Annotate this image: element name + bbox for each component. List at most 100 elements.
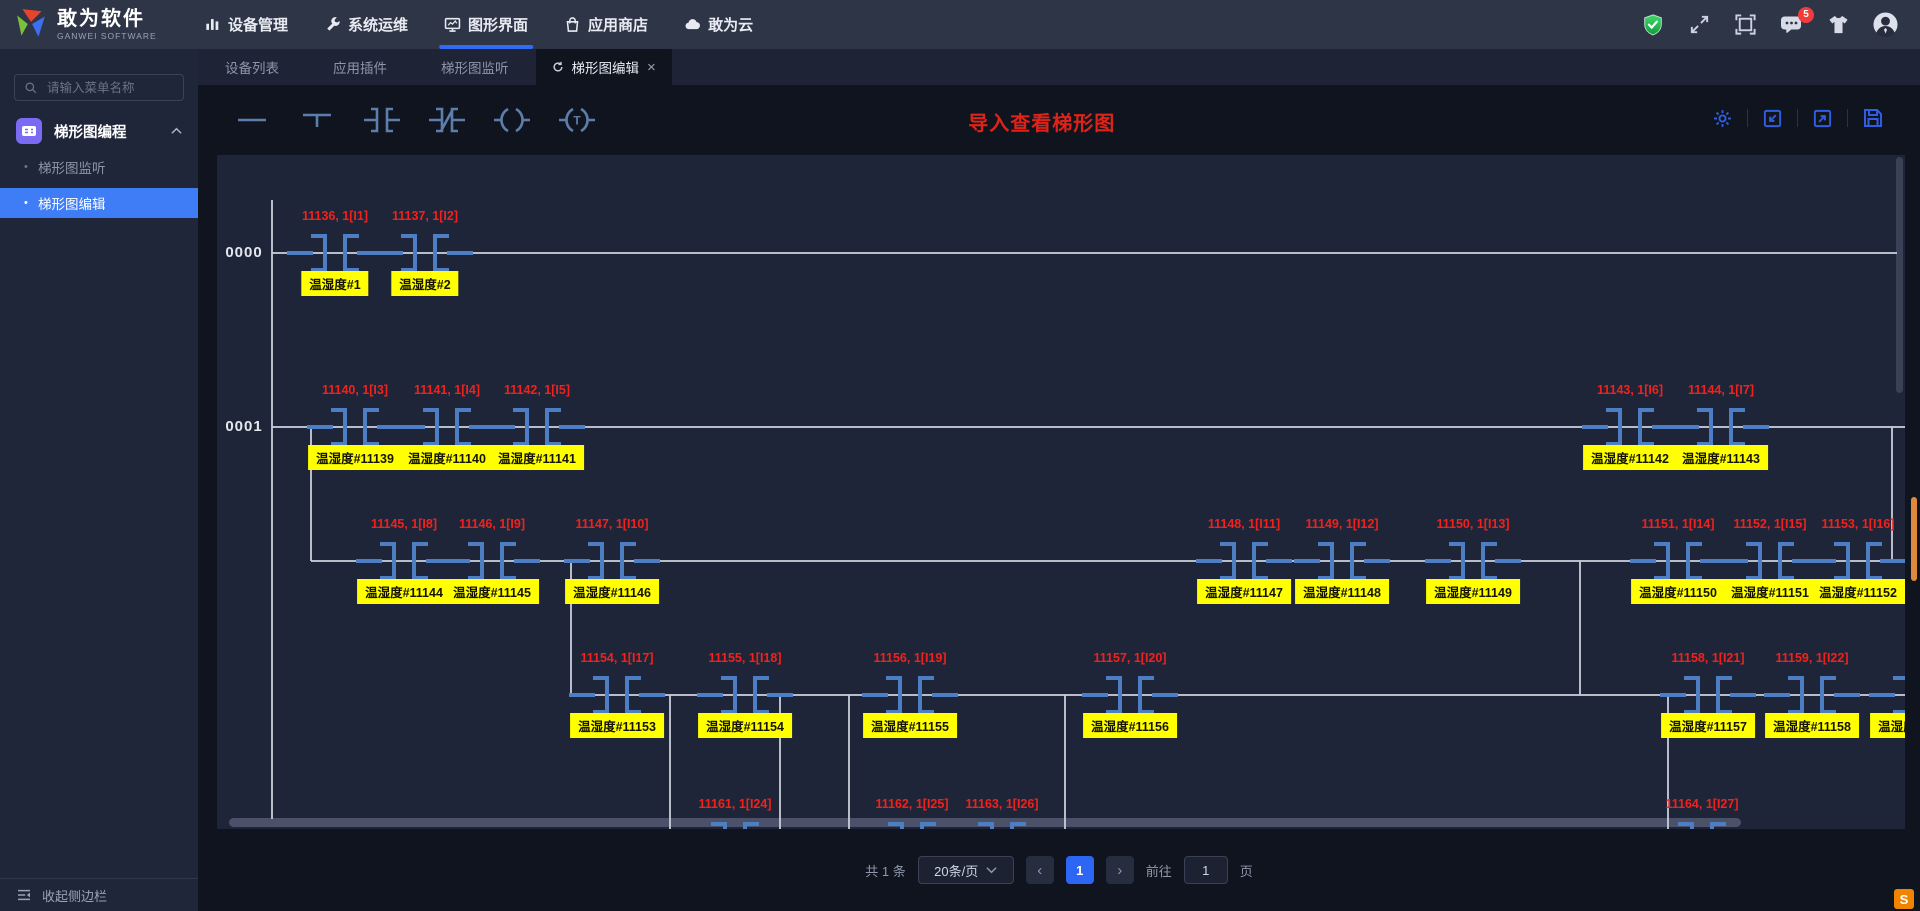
- ladder-contact[interactable]: 11146, 1[I9] 温湿度#11145: [444, 542, 540, 580]
- tab-0[interactable]: 设备列表: [198, 49, 306, 85]
- contact-right-bracket: [1010, 822, 1026, 829]
- contact-device-tag[interactable]: 温湿度#11153: [570, 713, 664, 738]
- next-page-button[interactable]: ›: [1106, 856, 1134, 884]
- ladder-contact[interactable]: 温湿度#11159: [1869, 676, 1905, 714]
- contact-device-tag[interactable]: 温湿度#11158: [1765, 713, 1859, 738]
- theme-shirt-icon[interactable]: [1827, 13, 1850, 36]
- contact-device-tag[interactable]: 温湿度#11148: [1295, 579, 1389, 604]
- save-icon[interactable]: [1862, 107, 1884, 129]
- ladder-contact[interactable]: 11149, 1[I12] 温湿度#11148: [1294, 542, 1390, 580]
- contact-device-tag[interactable]: 温湿度#11147: [1197, 579, 1291, 604]
- contact-device-tag[interactable]: 温湿度#11144: [357, 579, 451, 604]
- menu-search-input[interactable]: [45, 80, 175, 96]
- nav-item-devices[interactable]: 设备管理: [186, 0, 306, 49]
- page-size-select[interactable]: 20条/页: [918, 856, 1014, 884]
- contact-device-tag[interactable]: 温湿度#11157: [1661, 713, 1755, 738]
- ladder-contact[interactable]: 11147, 1[I10] 温湿度#11146: [564, 542, 660, 580]
- symbol-hline-button[interactable]: [232, 105, 272, 135]
- page-vscrollbar-thumb[interactable]: [1911, 497, 1917, 581]
- nav-item-ops[interactable]: 系统运维: [306, 0, 426, 49]
- current-page-button[interactable]: 1: [1066, 856, 1094, 884]
- settings-gear-icon[interactable]: [1712, 108, 1733, 129]
- screenshot-frame-icon[interactable]: [1734, 13, 1757, 36]
- contact-device-tag[interactable]: 温湿度#11159: [1870, 713, 1905, 738]
- contact-device-tag[interactable]: 温湿度#11139: [308, 445, 402, 470]
- nav-item-cloud[interactable]: 敢为云: [666, 0, 771, 49]
- input-method-badge[interactable]: S: [1894, 889, 1914, 909]
- sidebar-group-ladder-programming[interactable]: 梯形图编程: [0, 116, 198, 146]
- ladder-contact[interactable]: 11142, 1[I5] 温湿度#11141: [489, 408, 585, 446]
- messages-icon[interactable]: 5: [1780, 13, 1804, 37]
- import-icon[interactable]: [1762, 108, 1783, 129]
- nav-item-ui[interactable]: 图形界面: [426, 0, 546, 49]
- contact-device-tag[interactable]: 温湿度#11156: [1083, 713, 1177, 738]
- contact-device-tag[interactable]: 温湿度#11151: [1723, 579, 1817, 604]
- ladder-contact[interactable]: 11159, 1[I22] 温湿度#11158: [1764, 676, 1860, 714]
- symbol-tline-button[interactable]: [297, 105, 337, 135]
- ladder-contact[interactable]: 11156, 1[I19] 温湿度#11155: [862, 676, 958, 714]
- nav-item-store[interactable]: 应用商店: [546, 0, 666, 49]
- sidebar-item-ladder-editor[interactable]: 梯形图编辑: [0, 188, 198, 218]
- contact-device-tag[interactable]: 温湿度#11141: [490, 445, 584, 470]
- ladder-contact[interactable]: 11155, 1[I18] 温湿度#11154: [697, 676, 793, 714]
- tab-3[interactable]: 梯形图编辑×: [536, 49, 672, 85]
- contact-device-tag[interactable]: 温湿度#11143: [1674, 445, 1768, 470]
- ladder-contact[interactable]: 11154, 1[I17] 温湿度#11153: [569, 676, 665, 714]
- symbol-nc-contact-button[interactable]: [427, 105, 467, 135]
- sidebar-group-label: 梯形图编程: [54, 121, 127, 142]
- contact-wire: [1673, 425, 1699, 429]
- ladder-contact[interactable]: 11145, 1[I8] 温湿度#11144: [356, 542, 452, 580]
- fullscreen-icon[interactable]: [1688, 13, 1711, 36]
- ladder-contact[interactable]: 11152, 1[I15] 温湿度#11151: [1722, 542, 1818, 580]
- security-shield-icon[interactable]: [1641, 13, 1665, 37]
- contact-device-tag[interactable]: 温湿度#11146: [565, 579, 659, 604]
- ladder-contact[interactable]: 11162, 1[I25]: [864, 822, 960, 829]
- ladder-contact[interactable]: 11143, 1[I6] 温湿度#11142: [1582, 408, 1678, 446]
- tab-2[interactable]: 梯形图监听: [414, 49, 536, 85]
- ladder-contact[interactable]: 11150, 1[I13] 温湿度#11149: [1425, 542, 1521, 580]
- contact-device-tag[interactable]: 温湿度#11150: [1631, 579, 1725, 604]
- contact-device-tag[interactable]: 温湿度#11154: [698, 713, 792, 738]
- contact-wire: [634, 559, 660, 563]
- ladder-canvas[interactable]: 0000000111136, 1[I1] 温湿度#111137, 1[I2] 温…: [217, 155, 1905, 829]
- user-avatar[interactable]: [1873, 12, 1898, 37]
- ladder-contact[interactable]: 11161, 1[I24]: [687, 822, 783, 829]
- contact-device-tag[interactable]: 温湿度#11145: [445, 579, 539, 604]
- symbol-timer-coil-button[interactable]: T: [557, 105, 597, 135]
- contact-device-tag[interactable]: 温湿度#11155: [863, 713, 957, 738]
- symbol-no-contact-button[interactable]: [362, 105, 402, 135]
- ladder-contact[interactable]: 11140, 1[I3] 温湿度#11139: [307, 408, 403, 446]
- ladder-contact[interactable]: 11137, 1[I2] 温湿度#2: [377, 234, 473, 272]
- canvas-vscrollbar-thumb[interactable]: [1896, 157, 1903, 393]
- contact-address-label: 11157, 1[I20]: [1094, 651, 1167, 665]
- symbol-coil-button[interactable]: [492, 105, 532, 135]
- contact-device-tag[interactable]: 温湿度#11140: [400, 445, 494, 470]
- ladder-contact[interactable]: 11151, 1[I14] 温湿度#11150: [1630, 542, 1726, 580]
- close-icon[interactable]: ×: [647, 60, 656, 75]
- sidebar-item-ladder-monitor[interactable]: 梯形图监听: [0, 152, 198, 182]
- contact-wire: [1582, 425, 1608, 429]
- ladder-contact[interactable]: 11163, 1[I26]: [954, 822, 1050, 829]
- ladder-contact[interactable]: 11148, 1[I11] 温湿度#11147: [1196, 542, 1292, 580]
- goto-page-input[interactable]: [1184, 856, 1228, 884]
- tab-1[interactable]: 应用插件: [306, 49, 414, 85]
- ladder-contact[interactable]: 11157, 1[I20] 温湿度#11156: [1082, 676, 1178, 714]
- contact-device-tag[interactable]: 温湿度#11152: [1811, 579, 1905, 604]
- contact-device-tag[interactable]: 温湿度#2: [391, 271, 458, 296]
- collapse-sidebar-button[interactable]: 收起侧边栏: [0, 878, 198, 911]
- ladder-contact[interactable]: 11153, 1[I16] 温湿度#11152: [1810, 542, 1905, 580]
- contact-address-label: 11158, 1[I21]: [1672, 651, 1745, 665]
- ladder-contact[interactable]: 11141, 1[I4] 温湿度#11140: [399, 408, 495, 446]
- contact-device-tag[interactable]: 温湿度#11149: [1426, 579, 1520, 604]
- ladder-contact[interactable]: 11164, 1[I27]: [1654, 822, 1750, 829]
- ladder-contact[interactable]: 11158, 1[I21] 温湿度#11157: [1660, 676, 1756, 714]
- contact-wire: [639, 693, 665, 697]
- contact-device-tag[interactable]: 温湿度#1: [301, 271, 368, 296]
- ladder-contact[interactable]: 11136, 1[I1] 温湿度#1: [287, 234, 383, 272]
- ladder-contact[interactable]: 11144, 1[I7] 温湿度#11143: [1673, 408, 1769, 446]
- export-icon[interactable]: [1812, 108, 1833, 129]
- contact-device-tag[interactable]: 温湿度#11142: [1583, 445, 1677, 470]
- menu-search-box[interactable]: [14, 74, 184, 101]
- prev-page-button[interactable]: ‹: [1026, 856, 1054, 884]
- refresh-icon[interactable]: [552, 61, 564, 73]
